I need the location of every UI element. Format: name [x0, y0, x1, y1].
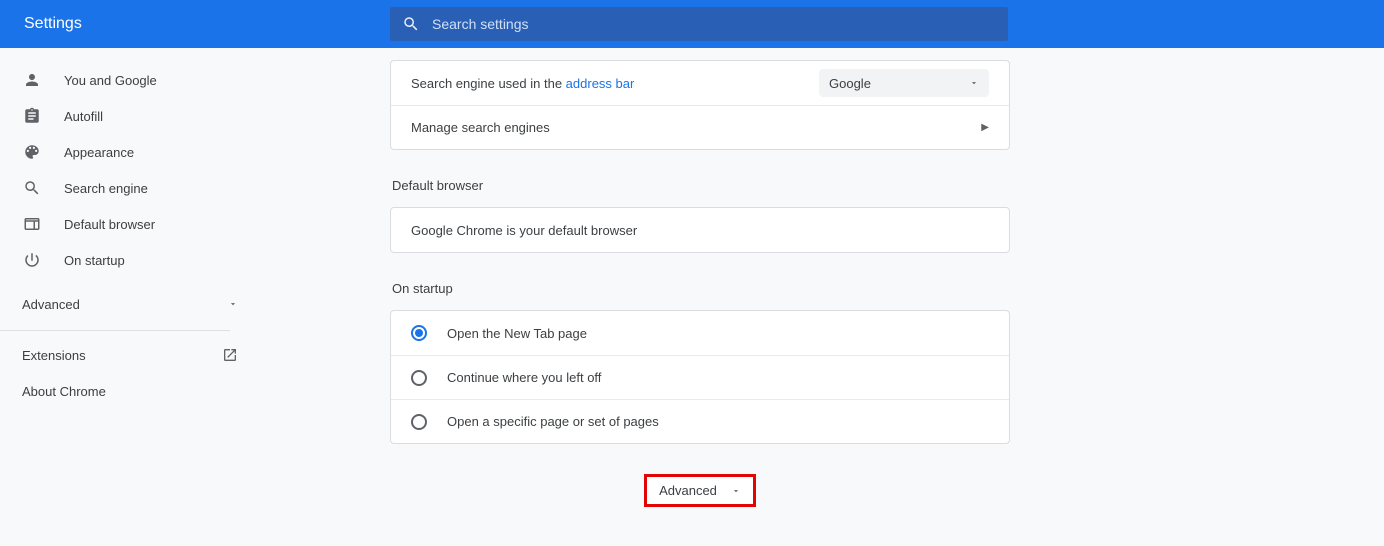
radio-icon	[411, 325, 427, 341]
person-icon	[22, 71, 42, 89]
sidebar-item-label: Appearance	[64, 145, 134, 160]
default-browser-title: Default browser	[392, 178, 1012, 193]
startup-option-continue[interactable]: Continue where you left off	[391, 355, 1009, 399]
chevron-down-icon	[228, 299, 238, 309]
about-label: About Chrome	[22, 384, 106, 399]
manage-search-engines-row[interactable]: Manage search engines ▶	[391, 105, 1009, 149]
search-engine-card: Search engine used in the address bar Go…	[390, 60, 1010, 150]
startup-option-label: Open the New Tab page	[447, 326, 587, 341]
search-icon	[22, 179, 42, 197]
sidebar-item-search-engine[interactable]: Search engine	[0, 170, 260, 206]
app-header: Settings	[0, 0, 1384, 48]
sidebar-item-label: Search engine	[64, 181, 148, 196]
sidebar: You and Google Autofill Appearance Searc…	[0, 48, 260, 546]
browser-icon	[22, 215, 42, 233]
sidebar-item-label: You and Google	[64, 73, 157, 88]
sidebar-item-autofill[interactable]: Autofill	[0, 98, 260, 134]
advanced-button[interactable]: Advanced	[644, 474, 756, 507]
sidebar-advanced-toggle[interactable]: Advanced	[0, 284, 260, 324]
search-engine-label: Search engine used in the address bar	[411, 76, 634, 91]
autofill-icon	[22, 107, 42, 125]
chevron-right-icon: ▶	[981, 122, 989, 133]
startup-option-new-tab[interactable]: Open the New Tab page	[391, 311, 1009, 355]
palette-icon	[22, 143, 42, 161]
search-input[interactable]	[432, 16, 996, 32]
advanced-button-label: Advanced	[659, 483, 717, 498]
advanced-button-wrap: Advanced	[390, 474, 1010, 507]
default-browser-message-row: Google Chrome is your default browser	[391, 208, 1009, 252]
main-content: Search engine used in the address bar Go…	[260, 48, 1384, 546]
search-icon	[402, 15, 420, 33]
search-field[interactable]	[390, 7, 1008, 41]
on-startup-card: Open the New Tab page Continue where you…	[390, 310, 1010, 444]
app-title: Settings	[24, 15, 82, 33]
sidebar-item-you-and-google[interactable]: You and Google	[0, 62, 260, 98]
radio-icon	[411, 370, 427, 386]
search-engine-row: Search engine used in the address bar Go…	[391, 61, 1009, 105]
address-bar-link[interactable]: address bar	[566, 76, 635, 91]
search-engine-dropdown[interactable]: Google	[819, 69, 989, 97]
sidebar-item-label: On startup	[64, 253, 125, 268]
open-external-icon	[222, 347, 238, 363]
on-startup-title: On startup	[392, 281, 1012, 296]
sidebar-divider	[0, 330, 230, 331]
sidebar-item-about[interactable]: About Chrome	[0, 373, 260, 409]
chevron-down-icon	[731, 486, 741, 496]
default-browser-card: Google Chrome is your default browser	[390, 207, 1010, 253]
sidebar-item-extensions[interactable]: Extensions	[0, 337, 260, 373]
sidebar-item-on-startup[interactable]: On startup	[0, 242, 260, 278]
startup-option-label: Continue where you left off	[447, 370, 601, 385]
startup-option-specific-page[interactable]: Open a specific page or set of pages	[391, 399, 1009, 443]
advanced-label: Advanced	[22, 297, 80, 312]
extensions-label: Extensions	[22, 348, 86, 363]
startup-option-label: Open a specific page or set of pages	[447, 414, 659, 429]
sidebar-item-appearance[interactable]: Appearance	[0, 134, 260, 170]
chevron-down-icon	[969, 78, 979, 88]
default-browser-message: Google Chrome is your default browser	[411, 223, 637, 238]
sidebar-item-default-browser[interactable]: Default browser	[0, 206, 260, 242]
manage-label: Manage search engines	[411, 120, 550, 135]
radio-icon	[411, 414, 427, 430]
dropdown-value: Google	[829, 76, 871, 91]
sidebar-item-label: Autofill	[64, 109, 103, 124]
power-icon	[22, 251, 42, 269]
sidebar-item-label: Default browser	[64, 217, 155, 232]
